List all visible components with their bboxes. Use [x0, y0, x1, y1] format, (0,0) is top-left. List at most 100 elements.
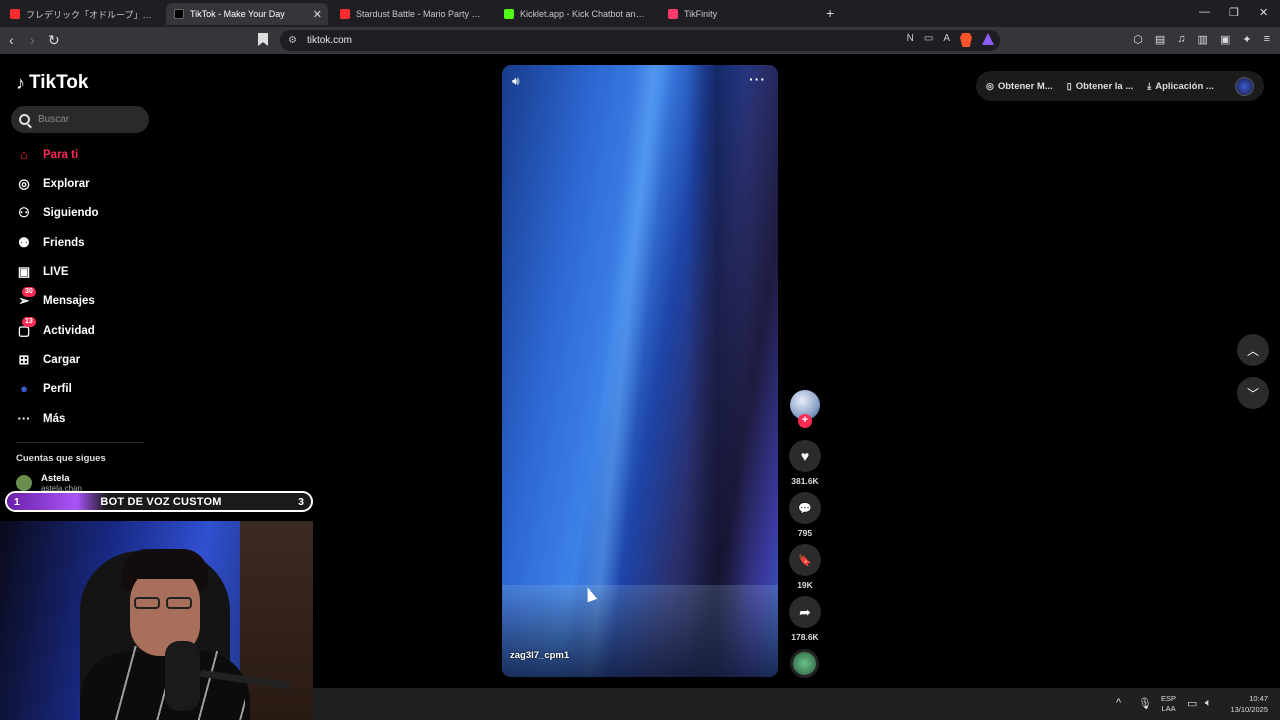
nav-explore[interactable]: ◎ Explorar [16, 176, 89, 192]
get-app-button[interactable]: ▯ Obtener la ... [1067, 81, 1134, 92]
wallet-icon[interactable]: ▣ [1220, 33, 1230, 46]
tiktok-favicon-icon [174, 9, 184, 19]
like-count: 381.6K [791, 476, 819, 486]
avatar [16, 475, 32, 491]
nav-profile[interactable]: ● Perfil [16, 381, 72, 396]
taskbar-clock[interactable]: 10:47 13/10/2025 [1222, 693, 1268, 715]
follow-plus-button[interactable]: + [798, 414, 812, 428]
search-icon [19, 114, 30, 125]
media-icon[interactable]: ♫ [1177, 33, 1185, 46]
reload-icon[interactable]: ↻ [48, 32, 60, 49]
close-tab-icon[interactable]: ✕ [313, 8, 322, 21]
youtube-icon [10, 9, 20, 19]
forward-arrow-icon[interactable]: › [30, 32, 35, 48]
followed-account[interactable]: Astela astela.chan [16, 473, 82, 493]
input-language[interactable]: ESP LAA [1161, 694, 1176, 714]
nav-friends[interactable]: ⚉ Friends [16, 235, 84, 251]
phone-icon: ▯ [1066, 80, 1072, 91]
get-coins-button[interactable]: ◎ Obtener M... [986, 81, 1053, 92]
upload-icon: ⊞ [18, 352, 30, 367]
chevron-up-icon[interactable]: ^ [1116, 697, 1121, 709]
next-video-button[interactable]: ﹀ [1237, 377, 1269, 409]
url-text[interactable]: tiktok.com [307, 35, 352, 46]
activity-icon: ▢ 13 [16, 317, 36, 339]
sidebar-toggle-icon[interactable]: ▥ [1198, 33, 1208, 46]
like-button[interactable]: ♥ [789, 440, 821, 472]
windows-taskbar: ^ 🎙︎ ▭ 🔈︎ [313, 688, 1280, 720]
vote-count-right: 3 [298, 496, 304, 508]
microphone-icon[interactable]: 🎙︎ [1138, 697, 1152, 710]
share-count: 178.6K [791, 632, 819, 642]
video-author[interactable]: zag3l7_cpm1 [510, 650, 569, 661]
music-disc-icon[interactable] [790, 649, 819, 678]
comment-button[interactable]: 💬 [789, 492, 821, 524]
translate-icon[interactable]: A [943, 33, 950, 47]
webcam-overlay [0, 521, 313, 720]
browser-tab[interactable]: Stardust Battle - Mario Party 3 Sound [332, 3, 492, 25]
bookmark-icon: 🔖 [798, 554, 812, 567]
screenshot-icon[interactable]: ▤ [1155, 33, 1165, 46]
back-arrow-icon[interactable]: ‹ [9, 32, 14, 48]
previous-video-button[interactable]: ︿ [1237, 334, 1269, 366]
address-bar-actions: N ▭ A [907, 33, 994, 47]
address-bar[interactable]: ⚙ tiktok.com N ▭ A [280, 30, 1000, 51]
nav-live[interactable]: ▣ LIVE [16, 264, 69, 280]
download-icon: ⤓ [1147, 80, 1152, 91]
nav-following[interactable]: ⚇ Siguiendo [16, 205, 98, 221]
video-player[interactable]: 🔊︎ ··· zag3l7_cpm1 [502, 65, 778, 677]
nav-more[interactable]: ··· Más [16, 411, 66, 426]
heart-icon: ♥ [800, 448, 810, 464]
chevron-up-icon: ︿ [1246, 343, 1259, 358]
nav-messages[interactable]: ➢ 30 Mensajes [16, 287, 95, 309]
share-button[interactable]: ➦ [789, 596, 821, 628]
network-icon[interactable]: ▭ [1187, 697, 1197, 710]
following-accounts-title: Cuentas que sigues [16, 453, 106, 464]
bookmark-count: 19K [797, 580, 813, 590]
speaker-icon[interactable]: 🔈︎ [1205, 697, 1212, 710]
tiktok-logo-icon: ♪ [16, 72, 25, 93]
profile-avatar-icon: ● [20, 381, 28, 396]
browser-tab-active[interactable]: TikTok - Make Your Day ✕ [166, 3, 328, 25]
extensions-icon[interactable]: ⬡ [1133, 33, 1143, 46]
volume-icon[interactable]: 🔊︎ [512, 74, 520, 89]
brave-shields-icon[interactable] [960, 33, 972, 47]
chevron-down-icon: ﹀ [1246, 386, 1259, 401]
app-download-button[interactable]: ⤓ Aplicación ... [1147, 81, 1214, 92]
nav-activity[interactable]: ▢ 13 Actividad [16, 317, 95, 339]
nav-upload[interactable]: ⊞ Cargar [16, 352, 81, 368]
more-options-icon[interactable]: ··· [749, 71, 766, 87]
activity-badge: 13 [22, 317, 36, 327]
no-translate-icon[interactable]: N [907, 33, 914, 47]
extension-icons: ⬡ ▤ ♫ ▥ ▣ ✦ ≡ [1133, 33, 1270, 46]
sidebar-divider [16, 442, 144, 443]
comment-count: 795 [797, 528, 813, 538]
nav-for-you[interactable]: ⌂ Para ti [16, 147, 78, 162]
top-right-actions: ◎ Obtener M... ▯ Obtener la ... ⤓ Aplica… [976, 71, 1264, 101]
brave-rewards-icon[interactable] [982, 33, 994, 45]
voice-bot-title: BOT DE VOZ CUSTOM [100, 496, 222, 508]
kicklet-icon [504, 9, 514, 19]
comment-icon: 💬 [798, 502, 812, 515]
bookmark-icon[interactable] [258, 33, 268, 46]
browser-tab[interactable]: フレデリック「オドループ」Music Video | Fr [2, 3, 162, 25]
browser-tab[interactable]: Kicklet.app - Kick Chatbot and Overla [496, 3, 656, 25]
messages-badge: 30 [22, 287, 36, 297]
microphone-icon [165, 641, 200, 711]
restore-button[interactable]: ❐ [1229, 6, 1239, 19]
close-window-button[interactable]: ✕ [1259, 6, 1268, 19]
tiktok-logo[interactable]: ♪ TikTok [16, 72, 88, 94]
menu-icon[interactable]: ≡ [1264, 33, 1270, 46]
user-avatar[interactable] [1235, 77, 1254, 96]
browser-toolbar: ‹ › ↻ ⚙ tiktok.com N ▭ A ⬡ ▤ ♫ ▥ ▣ ✦ ≡ [0, 27, 1280, 54]
search-box[interactable]: Buscar [11, 106, 149, 133]
site-settings-icon[interactable]: ⚙ [288, 35, 297, 46]
browser-tab[interactable]: TikFinity [660, 3, 820, 25]
user-follow-icon: ⚇ [18, 205, 30, 220]
youtube-icon [340, 9, 350, 19]
search-input[interactable]: Buscar [38, 114, 69, 125]
new-tab-button[interactable]: + [826, 5, 834, 21]
bookmark-button[interactable]: 🔖 [789, 544, 821, 576]
minimize-button[interactable]: — [1199, 6, 1210, 18]
cast-icon[interactable]: ▭ [924, 33, 933, 47]
leo-ai-icon[interactable]: ✦ [1242, 33, 1251, 46]
